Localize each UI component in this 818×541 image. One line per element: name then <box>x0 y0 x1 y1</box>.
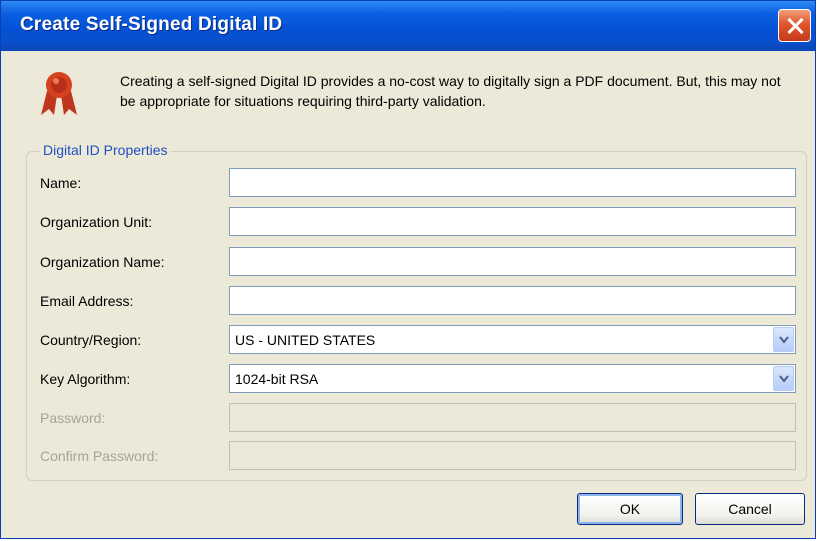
org-unit-field[interactable] <box>229 207 796 236</box>
country-select[interactable]: US - UNITED STATES <box>229 325 796 354</box>
country-value: US - UNITED STATES <box>235 332 376 348</box>
key-algorithm-select[interactable]: 1024-bit RSA <box>229 364 796 393</box>
name-label: Name: <box>40 175 82 191</box>
create-digital-id-dialog: Create Self-Signed Digital ID Creating a… <box>0 0 816 539</box>
group-legend: Digital ID Properties <box>40 142 171 158</box>
key-algorithm-label: Key Algorithm: <box>40 371 131 387</box>
intro-text: Creating a self-signed Digital ID provid… <box>120 73 781 109</box>
dialog-title: Create Self-Signed Digital ID <box>20 14 283 35</box>
country-dropdown-button[interactable] <box>773 327 794 352</box>
confirm-password-field <box>229 441 796 470</box>
password-field <box>229 403 796 432</box>
confirm-password-label: Confirm Password: <box>40 448 159 464</box>
org-name-field[interactable] <box>229 247 796 276</box>
chevron-down-icon <box>779 336 789 344</box>
award-ribbon-icon <box>41 72 77 115</box>
chevron-down-icon <box>779 375 789 383</box>
org-name-label: Organization Name: <box>40 254 165 270</box>
key-algorithm-dropdown-button[interactable] <box>773 366 794 391</box>
title-bar[interactable]: Create Self-Signed Digital ID <box>1 1 815 51</box>
cancel-button[interactable]: Cancel <box>695 493 805 525</box>
country-label: Country/Region: <box>40 332 142 348</box>
email-field[interactable] <box>229 286 796 315</box>
ok-button[interactable]: OK <box>577 493 683 525</box>
key-algorithm-value: 1024-bit RSA <box>235 371 319 387</box>
email-label: Email Address: <box>40 293 134 309</box>
name-field[interactable] <box>229 168 796 197</box>
close-button[interactable] <box>778 9 811 42</box>
password-label: Password: <box>40 410 106 426</box>
org-unit-label: Organization Unit: <box>40 214 153 230</box>
